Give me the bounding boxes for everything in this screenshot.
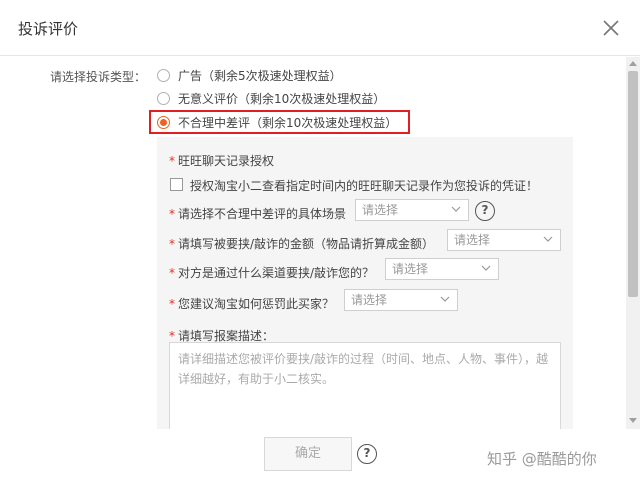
scene-select[interactable]: 请选择 [355,199,469,221]
complaint-type-label: 请选择投诉类型： [50,70,147,84]
chevron-down-icon [543,236,553,242]
confirm-button[interactable]: 确定 [264,437,352,471]
help-icon[interactable]: ? [357,444,377,464]
auth-title: * 旺旺聊天记录授权 [169,154,275,168]
textarea-placeholder: 请详细描述您被评价要挟/敲诈的过程（时间、地点、人物、事件），越详细越好，有助于… [178,352,549,386]
chevron-down-icon [440,296,450,302]
chevron-down-icon [481,265,491,271]
radio-button[interactable] [157,91,170,105]
amount-select[interactable]: 请选择 [447,229,561,251]
punish-select[interactable]: 请选择 [344,289,458,311]
help-icon[interactable]: ? [475,201,495,221]
scene-field-label: * 请选择不合理中差评的具体场景 [169,207,347,221]
close-icon[interactable] [600,17,622,39]
radio-option-meaningless[interactable]: 无意义评价（剩余10次极速处理权益） [157,89,385,107]
scrollbar[interactable] [626,57,640,429]
select-placeholder: 请选择 [362,203,399,217]
select-placeholder: 请选择 [351,293,388,307]
scroll-down-icon[interactable] [629,418,637,423]
complaint-dialog: 投诉评价 请选择投诉类型： 广告（剩余5次极速处理权益） 无意义评价（剩余10次… [0,0,640,486]
auth-checkbox-label: 授权淘宝小二查看指定时间内的旺旺聊天记录作为您投诉的凭证！ [190,179,539,193]
scroll-up-icon[interactable] [629,61,637,66]
highlight-box [149,110,410,134]
radio-option-ad[interactable]: 广告（剩余5次极速处理权益） [157,66,342,84]
scrollbar-thumb[interactable] [628,71,638,297]
watermark: 知乎 @酷酷的你 [487,450,597,468]
dialog-header: 投诉评价 [0,0,640,56]
radio-option-label: 广告（剩余5次极速处理权益） [178,68,342,83]
channel-field-label: * 对方是通过什么渠道要挟/敲诈您的？ [169,266,375,280]
select-placeholder: 请选择 [392,262,429,276]
radio-option-label: 无意义评价（剩余10次极速处理权益） [178,91,386,106]
dialog-title: 投诉评价 [18,20,79,38]
complaint-detail-panel: * 旺旺聊天记录授权 授权淘宝小二查看指定时间内的旺旺聊天记录作为您投诉的凭证！ … [157,137,573,429]
radio-button[interactable] [157,68,170,82]
amount-field-label: * 请填写被要挟/敲诈的金额（物品请折算成金额） [169,237,435,251]
select-placeholder: 请选择 [454,233,491,247]
report-description-input[interactable]: 请详细描述您被评价要挟/敲诈的过程（时间、地点、人物、事件），越详细越好，有助于… [169,342,561,429]
punish-field-label: * 您建议淘宝如何惩罚此买家？ [169,297,335,311]
channel-select[interactable]: 请选择 [385,258,499,280]
chevron-down-icon [451,206,461,212]
auth-checkbox[interactable] [170,178,183,191]
